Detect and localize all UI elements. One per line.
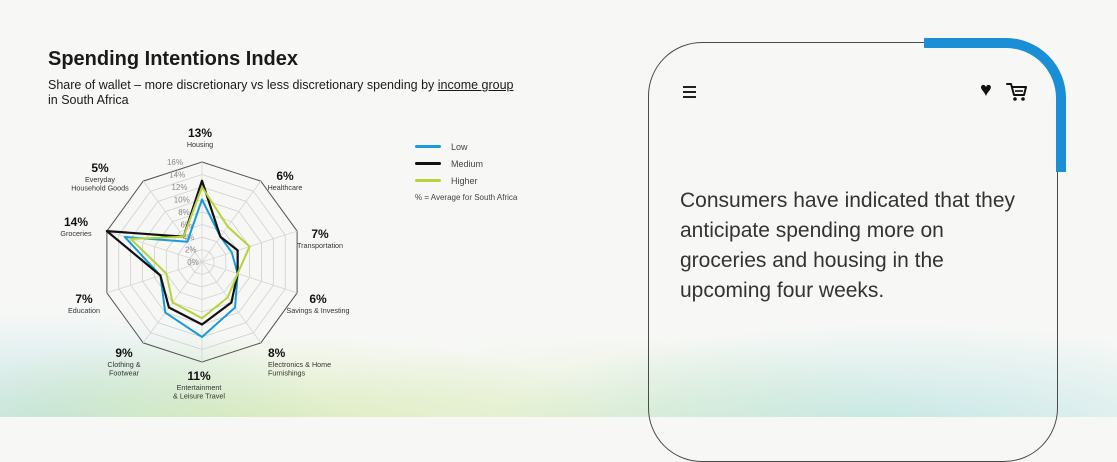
category-pct-label: 9%: [115, 346, 133, 360]
category-name-label: Education: [68, 306, 100, 315]
grid-spoke: [201, 180, 262, 263]
category-name-label: Household Goods: [71, 184, 129, 193]
category-name-label: Furnishings: [268, 369, 306, 378]
heart-icon[interactable]: ♥: [980, 80, 992, 100]
tick-label: 8%: [178, 208, 190, 217]
category-pct-label: 5%: [91, 161, 109, 175]
tick-label: 16%: [167, 158, 183, 167]
legend-item-higher: Higher: [415, 172, 517, 189]
category-name-label: Housing: [187, 140, 213, 149]
category-name-label: Groceries: [60, 229, 92, 238]
category-pct-label: 8%: [268, 346, 286, 360]
category-name-label: Healthcare: [268, 183, 303, 192]
legend-swatch-medium: [415, 162, 441, 165]
hamburger-menu-icon[interactable]: [683, 86, 696, 101]
category-pct-label: 6%: [309, 292, 327, 306]
category-name-label: & Leisure Travel: [173, 392, 225, 401]
category-pct-label: 7%: [311, 227, 329, 241]
legend-item-medium: Medium: [415, 155, 517, 172]
legend-swatch-higher: [415, 179, 441, 182]
chart-legend: Low Medium Higher % = Average for South …: [415, 138, 517, 202]
category-name-label: Savings & Investing: [286, 306, 349, 315]
legend-note: % = Average for South Africa: [415, 193, 518, 202]
tick-label: 14%: [169, 171, 185, 180]
radar-chart: 0%2%4%6%8%10%12%14%16%13%Housing6%Health…: [60, 126, 349, 401]
legend-swatch-low: [415, 145, 441, 148]
legend-label-medium: Medium: [451, 158, 484, 169]
phone-scroll-accent: [924, 38, 1066, 172]
tick-label: 10%: [174, 196, 190, 205]
category-pct-label: 11%: [187, 369, 211, 383]
tick-label: 12%: [171, 183, 187, 192]
legend-label-low: Low: [451, 141, 468, 152]
category-name-label: Transportation: [297, 241, 343, 250]
category-pct-label: 14%: [64, 215, 88, 229]
category-name-label: Footwear: [109, 369, 140, 378]
tick-label: 2%: [185, 246, 197, 255]
legend-item-low: Low: [415, 138, 517, 155]
phone-message: Consumers have indicated that they antic…: [680, 189, 1016, 302]
category-pct-label: 6%: [276, 169, 294, 183]
category-pct-label: 7%: [75, 292, 93, 306]
legend-label-higher: Higher: [451, 175, 478, 186]
tick-label: 0%: [187, 258, 199, 267]
category-pct-label: 13%: [188, 126, 212, 140]
shopping-cart-icon[interactable]: [1006, 82, 1028, 102]
